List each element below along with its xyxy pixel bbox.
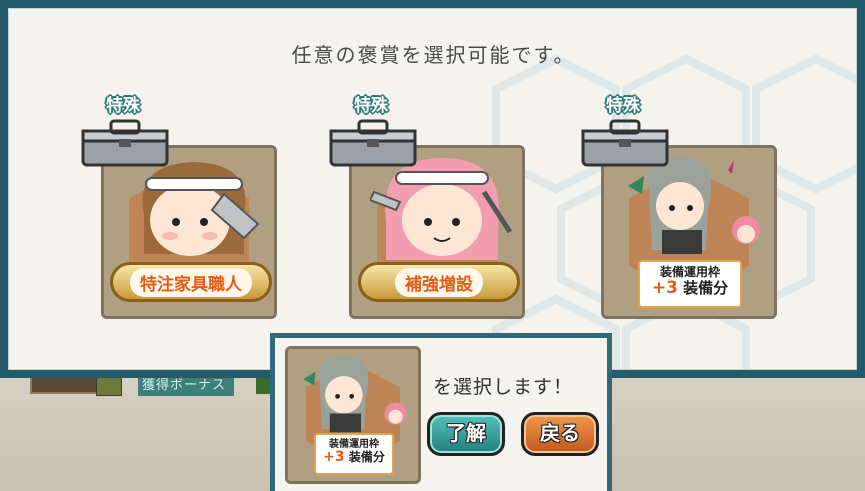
bonus-label: 獲得ボーナス xyxy=(138,376,234,396)
reward-card: 補強増設 xyxy=(349,145,525,319)
reward-label-line2: +3 装備分 xyxy=(640,279,740,298)
reward-label-text: 特注家具職人 xyxy=(130,267,252,297)
character-portrait-icon xyxy=(142,162,260,256)
character-portrait-icon xyxy=(370,158,513,260)
reward-label: 補強増設 xyxy=(358,262,520,302)
special-tag: 特殊 xyxy=(354,96,388,116)
selected-label-plus: +3 xyxy=(323,449,345,465)
background-chip xyxy=(96,376,122,396)
reward-option-furniture-craftsman[interactable]: 特注家具職人 特殊 xyxy=(79,93,277,323)
reward-label-text: 補強増設 xyxy=(395,267,483,297)
selected-label-suffix: 装備分 xyxy=(348,450,385,464)
reward-card: 特注家具職人 xyxy=(101,145,277,319)
reward-label-suffix: 装備分 xyxy=(683,279,729,298)
back-button[interactable]: 戻る xyxy=(521,412,599,456)
confirm-dialog: 装備運用枠 +3 装備分 を選択します！ 了解 戻る xyxy=(270,333,612,491)
toolbox-icon xyxy=(581,119,669,167)
character-portrait-icon xyxy=(303,356,407,433)
confirm-message: を選択します！ xyxy=(433,376,574,398)
panel-title: 任意の褒賞を選択可能です。 xyxy=(291,43,576,67)
special-tag: 特殊 xyxy=(606,96,640,116)
toolbox-icon xyxy=(81,119,169,167)
confirm-dialog-inner: 装備運用枠 +3 装備分 を選択します！ 了解 戻る xyxy=(275,338,607,491)
reward-card: 装備運用枠 +3 装備分 xyxy=(601,145,777,319)
reward-panel-inner: 任意の褒賞を選択可能です。 特注家具職人 特殊 補強増設 特殊 装備運用枠 +3… xyxy=(8,8,857,370)
reward-label: 特注家具職人 xyxy=(110,262,272,302)
reward-label: 装備運用枠 +3 装備分 xyxy=(638,260,742,308)
selected-label-line1: 装備運用枠 xyxy=(329,439,379,450)
selected-label-line2: +3 装備分 xyxy=(316,449,392,465)
reward-selection-panel: 任意の褒賞を選択可能です。 特注家具職人 特殊 補強増設 特殊 装備運用枠 +3… xyxy=(0,0,865,378)
toolbox-icon xyxy=(329,119,417,167)
special-tag: 特殊 xyxy=(106,96,140,116)
reward-label-plus: +3 xyxy=(651,278,678,299)
selected-reward-thumbnail: 装備運用枠 +3 装備分 xyxy=(285,346,421,484)
reward-option-reinforcement-expansion[interactable]: 補強増設 特殊 xyxy=(327,93,525,323)
ok-button[interactable]: 了解 xyxy=(427,412,505,456)
selected-reward-label: 装備運用枠 +3 装備分 xyxy=(314,433,394,475)
reward-label-line1: 装備運用枠 xyxy=(659,265,720,279)
reward-option-equipment-slots[interactable]: 装備運用枠 +3 装備分 特殊 xyxy=(579,93,777,323)
background-marker xyxy=(256,378,270,394)
